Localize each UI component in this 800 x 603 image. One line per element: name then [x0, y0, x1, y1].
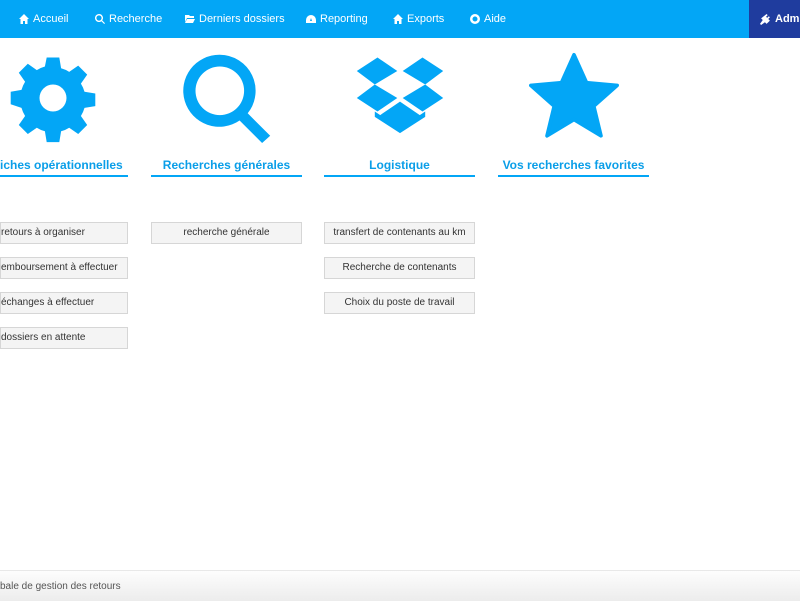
echanges-button[interactable]: échanges à effectuer	[0, 292, 128, 314]
admin-button[interactable]: Admi	[749, 0, 800, 38]
recherche-generale-button[interactable]: recherche générale	[151, 222, 302, 244]
dashboard-icon	[306, 15, 316, 23]
nav-exports[interactable]: Exports	[393, 0, 444, 38]
column-title: Vos recherches favorites	[502, 158, 645, 172]
transfert-contenants-button[interactable]: transfert de contenants au km	[324, 222, 475, 244]
choix-poste-button[interactable]: Choix du poste de travail	[324, 292, 475, 314]
dossiers-en-attente-button[interactable]: dossiers en attente	[0, 327, 128, 349]
footer-text: bale de gestion des retours	[0, 581, 121, 592]
nav-derniers-dossiers[interactable]: Derniers dossiers	[185, 0, 285, 38]
nav-reporting[interactable]: Reporting	[306, 0, 368, 38]
lifebuoy-icon	[470, 14, 480, 24]
dropbox-icon	[355, 52, 445, 144]
nav-label: Reporting	[320, 13, 368, 25]
gear-icon	[8, 52, 98, 144]
home-icon	[19, 14, 29, 24]
search-icon	[182, 52, 272, 144]
admin-label: Admi	[775, 13, 800, 25]
nav-label: Accueil	[33, 13, 69, 25]
home-icon	[393, 14, 403, 24]
column-title: iches opérationnelles	[0, 158, 123, 172]
nav-label: Aide	[484, 13, 507, 25]
star-icon	[528, 52, 619, 144]
divider	[0, 175, 128, 177]
folder-open-icon	[185, 15, 195, 23]
search-icon	[95, 14, 105, 24]
nav-label: Exports	[407, 13, 445, 25]
column-title: Recherches générales	[162, 158, 291, 172]
plug-icon	[760, 13, 770, 25]
divider	[151, 175, 302, 177]
nav-recherche[interactable]: Recherche	[95, 0, 162, 38]
nav-label: Recherche	[109, 13, 163, 25]
retours-a-organiser-button[interactable]: retours à organiser	[0, 222, 128, 244]
remboursement-button[interactable]: emboursement à effectuer	[0, 257, 128, 279]
recherche-contenants-button[interactable]: Recherche de contenants	[324, 257, 475, 279]
divider	[324, 175, 475, 177]
top-nav: Accueil Recherche Derniers dossiers Repo…	[0, 0, 800, 38]
nav-aide[interactable]: Aide	[470, 0, 506, 38]
footer: bale de gestion des retours	[0, 570, 800, 601]
nav-label: Derniers dossiers	[199, 13, 285, 25]
column-title: Logistique	[369, 158, 430, 172]
nav-accueil[interactable]: Accueil	[19, 0, 68, 38]
divider	[498, 175, 649, 177]
